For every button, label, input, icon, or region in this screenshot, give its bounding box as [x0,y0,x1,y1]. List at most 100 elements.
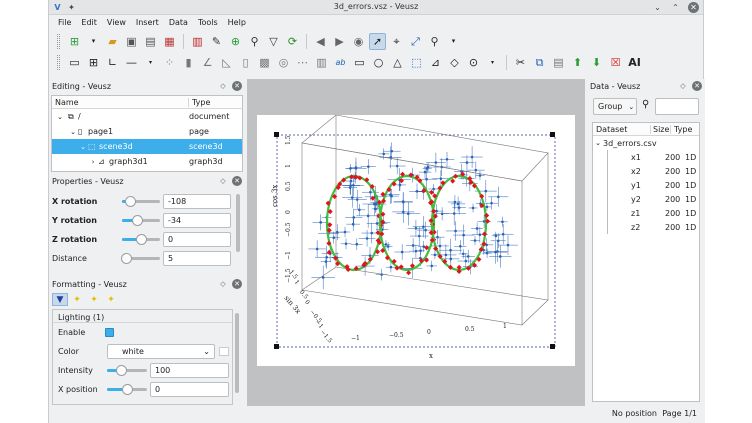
axis-icon[interactable]: — [123,54,140,71]
move-down-icon[interactable]: ⬇ [588,54,605,71]
list-item[interactable]: y2 200 1D [593,192,699,206]
list-item[interactable]: x2 200 1D [593,164,699,178]
next-page-icon[interactable]: ▶ [331,33,348,50]
paste-icon[interactable]: ▤ [550,54,567,71]
rename-icon[interactable]: AI [626,54,643,71]
color-select[interactable]: white ⌄ [107,344,215,359]
float-icon[interactable]: ◇ [218,81,228,91]
resize-handle-bl[interactable] [274,344,279,349]
list-item[interactable]: z2 200 1D [593,220,699,234]
pick-point-icon[interactable]: ⌖ [388,33,405,50]
distance-slider[interactable] [121,253,160,264]
col-size-header[interactable]: Size [651,124,671,134]
chevron-right-icon[interactable]: › [88,158,98,166]
copy-icon[interactable]: ⧉ [531,54,548,71]
tree-row-scene3d[interactable]: ⌄ ⬚ scene3d scene3d [52,139,242,154]
menu-insert[interactable]: Insert [131,15,164,31]
save-icon[interactable]: ▣ [123,33,140,50]
edit-icon[interactable]: ✎ [208,33,225,50]
close-pane-icon[interactable]: ✕ [692,81,702,91]
vector-field-icon[interactable]: ⋯ [294,54,311,71]
view-icon[interactable]: ◉ [350,33,367,50]
z-rotation-field[interactable]: 0 [163,232,231,247]
box-plot-icon[interactable]: ▥ [313,54,330,71]
scene3d-plot[interactable]: 1.510.50−0.5−1−1.5 1.510.50−0.5−1−1.5 −1… [257,114,575,366]
graph-zoom-icon[interactable]: ⤢ [407,33,424,50]
y-rotation-slider[interactable] [122,215,160,226]
menu-file[interactable]: File [53,15,76,31]
list-item[interactable]: z1 200 1D [593,206,699,220]
maximize-icon[interactable]: ⌃ [670,2,681,13]
ellipse-icon[interactable]: ○ [370,54,387,71]
x-rotation-slider[interactable] [122,196,160,207]
dataset-search-input[interactable] [655,98,699,115]
dropper-icon[interactable]: ⚲ [246,33,263,50]
intensity-field[interactable]: 100 [150,363,229,378]
zoom-icon[interactable]: ⚲ [426,33,443,50]
z-rotation-slider[interactable] [122,234,160,245]
minimize-icon[interactable]: ⌄ [652,2,663,13]
filter-icon[interactable]: ▽ [265,33,282,50]
menu-edit[interactable]: Edit [76,15,102,31]
intensity-slider[interactable] [107,365,147,376]
open-folder-icon[interactable]: ▰ [104,33,121,50]
text-label-icon[interactable]: ab [332,54,349,71]
tab-lighting3-icon[interactable]: ✦ [103,293,119,306]
delete-icon[interactable]: ☒ [607,54,624,71]
xy-plot-icon[interactable]: ⁘ [161,54,178,71]
menu-tools[interactable]: Tools [193,15,223,31]
tab-background-icon[interactable]: ▼ [52,293,68,306]
scene3d-icon[interactable]: ⬚ [408,54,425,71]
chevron-down-icon[interactable]: ⌄ [78,143,88,151]
graph3d-icon[interactable]: ⊿ [427,54,444,71]
fit-icon[interactable]: ◺ [218,54,235,71]
x-rotation-field[interactable]: -108 [163,194,231,209]
select-pointer-icon[interactable]: ➚ [369,33,386,50]
add-icon[interactable]: ⊕ [227,33,244,50]
tab-lighting2-icon[interactable]: ✦ [86,293,102,306]
col-type-header[interactable]: Type [189,98,210,107]
toolbar-grip-2[interactable] [57,55,60,70]
enable-checkbox[interactable] [105,328,114,337]
formatting-scrollbar[interactable] [235,313,239,393]
graph-icon[interactable]: ∟ [104,54,121,71]
move-up-icon[interactable]: ⬆ [569,54,586,71]
float-icon[interactable]: ◇ [218,279,228,289]
contour-icon[interactable]: ◎ [275,54,292,71]
distance-field[interactable]: 5 [163,251,231,266]
grid-icon[interactable]: ⊞ [85,54,102,71]
close-pane-icon[interactable]: ✕ [232,81,242,91]
shape-dropdown-icon[interactable]: ▾ [484,54,501,71]
export-icon[interactable]: ▦ [161,33,178,50]
resize-handle-tl[interactable] [274,132,279,137]
file-row[interactable]: ⌄ 3d_errors.csv [593,136,699,150]
col-dataset-header[interactable]: Dataset [593,124,651,134]
previous-page-icon[interactable]: ◀ [312,33,329,50]
menu-view[interactable]: View [102,15,131,31]
group-button[interactable]: Group ⌄ [593,98,637,115]
plot-window[interactable]: 1.5 1 0.5 0 −0.5 −1 −1.5 1.5 1 0.5 0 −0.5 −1 −1.5 −1… [247,79,585,406]
menu-help[interactable]: Help [223,15,251,31]
search-icon[interactable]: ⚲ [642,99,649,110]
float-icon[interactable]: ◇ [218,176,228,186]
reload-icon[interactable]: ⟳ [284,33,301,50]
close-window-icon[interactable]: ✕ [688,2,699,13]
list-item[interactable]: x1 200 1D [593,150,699,164]
print-icon[interactable]: ▥ [189,33,206,50]
surface-icon[interactable]: ◇ [446,54,463,71]
chevron-down-icon[interactable]: ⌄ [68,128,78,136]
points3d-icon[interactable]: ⊙ [465,54,482,71]
close-pane-icon[interactable]: ✕ [232,176,242,186]
polygon-icon[interactable]: △ [389,54,406,71]
rectangle-icon[interactable]: ▭ [351,54,368,71]
resize-handle-br[interactable] [550,344,555,349]
menu-data[interactable]: Data [164,15,193,31]
tree-row-document[interactable]: ⌄ ⧉ / document [52,109,242,124]
col-name-header[interactable]: Name [52,97,189,107]
page-canvas[interactable]: 1.5 1 0.5 0 −0.5 −1 −1.5 1.5 1 0.5 0 −0.5 −1 −1.5 −1… [257,114,575,366]
new-document-icon[interactable]: ⊞ [66,33,83,50]
y-rotation-field[interactable]: -34 [163,213,231,228]
x-position-slider[interactable] [107,384,147,395]
tree-row-page1[interactable]: ⌄ ▯ page1 page [52,124,242,139]
cut-icon[interactable]: ✂ [512,54,529,71]
